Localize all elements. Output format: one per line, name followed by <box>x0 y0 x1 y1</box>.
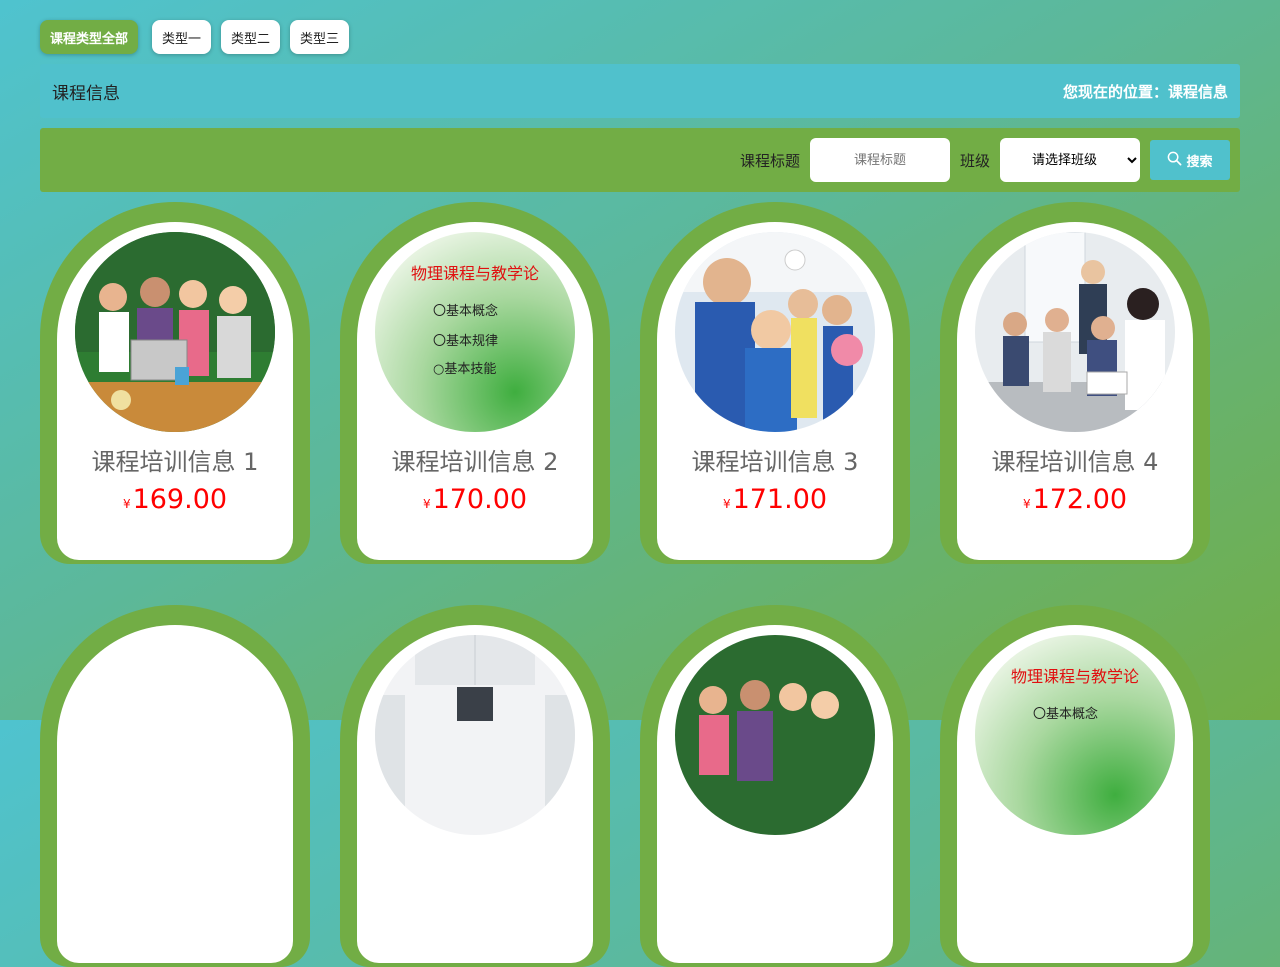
course-card-body: 课程培训信息 3 ¥171.00 <box>657 222 893 560</box>
tab-type-two[interactable]: 类型二 <box>221 20 281 54</box>
course-image[interactable] <box>75 232 275 432</box>
class-select-label: 班级 <box>959 151 990 170</box>
breadcrumb-current[interactable]: 课程信息 <box>1168 83 1228 101</box>
course-price: ¥170.00 <box>357 484 593 515</box>
course-type-tabs: 课程类型全部 类型一 类型二 类型三 <box>40 20 350 54</box>
class-select[interactable]: 请选择班级 <box>1000 138 1140 182</box>
course-image-item: 〇基本概念 <box>433 304 499 319</box>
currency-symbol: ¥ <box>422 497 431 511</box>
course-card[interactable] <box>40 605 310 967</box>
course-name[interactable]: 课程培训信息 4 <box>957 442 1193 477</box>
breadcrumb-prefix: 您现在的位置： <box>1062 82 1168 101</box>
course-card[interactable] <box>340 605 610 967</box>
course-card-body: 课程培训信息 4 ¥172.00 <box>957 222 1193 560</box>
page-header-bar: 课程信息 您现在的位置：课程信息 <box>40 64 1240 118</box>
course-name[interactable]: 课程培训信息 1 <box>57 442 293 477</box>
course-image[interactable] <box>75 635 275 835</box>
course-card-body <box>57 625 293 963</box>
course-name[interactable]: 课程培训信息 2 <box>357 442 593 477</box>
breadcrumb: 您现在的位置：课程信息 <box>1063 81 1228 102</box>
currency-symbol: ¥ <box>122 497 131 511</box>
course-price: ¥171.00 <box>657 484 893 515</box>
tab-type-one[interactable]: 类型一 <box>152 20 212 54</box>
tab-all-types[interactable]: 课程类型全部 <box>40 20 139 54</box>
price-value: 172.00 <box>1032 484 1128 515</box>
course-image[interactable] <box>675 232 875 432</box>
course-card-body <box>657 625 893 963</box>
course-card[interactable] <box>640 605 910 967</box>
currency-symbol: ¥ <box>1022 497 1031 511</box>
course-price: ¥172.00 <box>957 484 1193 515</box>
course-image-item: 〇基本概念 <box>1033 707 1099 722</box>
course-card[interactable]: 物理课程与教学论 〇基本概念 〇基本规律 ○基本技能 课程培训信息 2 ¥170… <box>340 202 610 564</box>
course-name[interactable]: 课程培训信息 3 <box>657 442 893 477</box>
course-price: ¥169.00 <box>57 484 293 515</box>
course-card[interactable]: 课程培训信息 3 ¥171.00 <box>640 202 910 564</box>
course-image-title: 物理课程与教学论 <box>410 264 539 283</box>
course-card-body: 物理课程与教学论 〇基本概念 〇基本规律 ○基本技能 课程培训信息 2 ¥170… <box>357 222 593 560</box>
page-title: 课程信息 <box>52 83 120 104</box>
course-image[interactable]: 物理课程与教学论 〇基本概念 <box>975 635 1175 835</box>
currency-symbol: ¥ <box>722 497 731 511</box>
course-card-body <box>357 625 593 963</box>
course-card[interactable]: 物理课程与教学论 〇基本概念 <box>940 605 1210 967</box>
search-button[interactable]: 搜索 <box>1150 140 1230 180</box>
search-button-label: 搜索 <box>1186 154 1213 170</box>
course-image[interactable]: 物理课程与教学论 〇基本概念 〇基本规律 ○基本技能 <box>375 232 575 432</box>
course-image-item: 〇基本规律 <box>433 334 499 349</box>
course-card-body: 课程培训信息 1 ¥169.00 <box>57 222 293 560</box>
price-value: 169.00 <box>132 484 228 515</box>
course-card[interactable]: 课程培训信息 1 ¥169.00 <box>40 202 310 564</box>
tab-type-three[interactable]: 类型三 <box>290 20 350 54</box>
course-card-body: 物理课程与教学论 〇基本概念 <box>957 625 1193 963</box>
price-value: 171.00 <box>732 484 828 515</box>
course-image[interactable] <box>675 635 875 835</box>
course-image[interactable] <box>375 635 575 835</box>
title-search-label: 课程标题 <box>739 151 800 170</box>
search-bar: 课程标题 班级 请选择班级 搜索 <box>40 128 1240 192</box>
search-icon <box>1167 151 1182 170</box>
course-image-title: 物理课程与教学论 <box>1010 667 1139 686</box>
course-card[interactable]: 课程培训信息 4 ¥172.00 <box>940 202 1210 564</box>
price-value: 170.00 <box>432 484 528 515</box>
course-image[interactable] <box>975 232 1175 432</box>
title-search-input[interactable] <box>809 138 950 182</box>
course-image-item: ○基本技能 <box>433 362 497 377</box>
